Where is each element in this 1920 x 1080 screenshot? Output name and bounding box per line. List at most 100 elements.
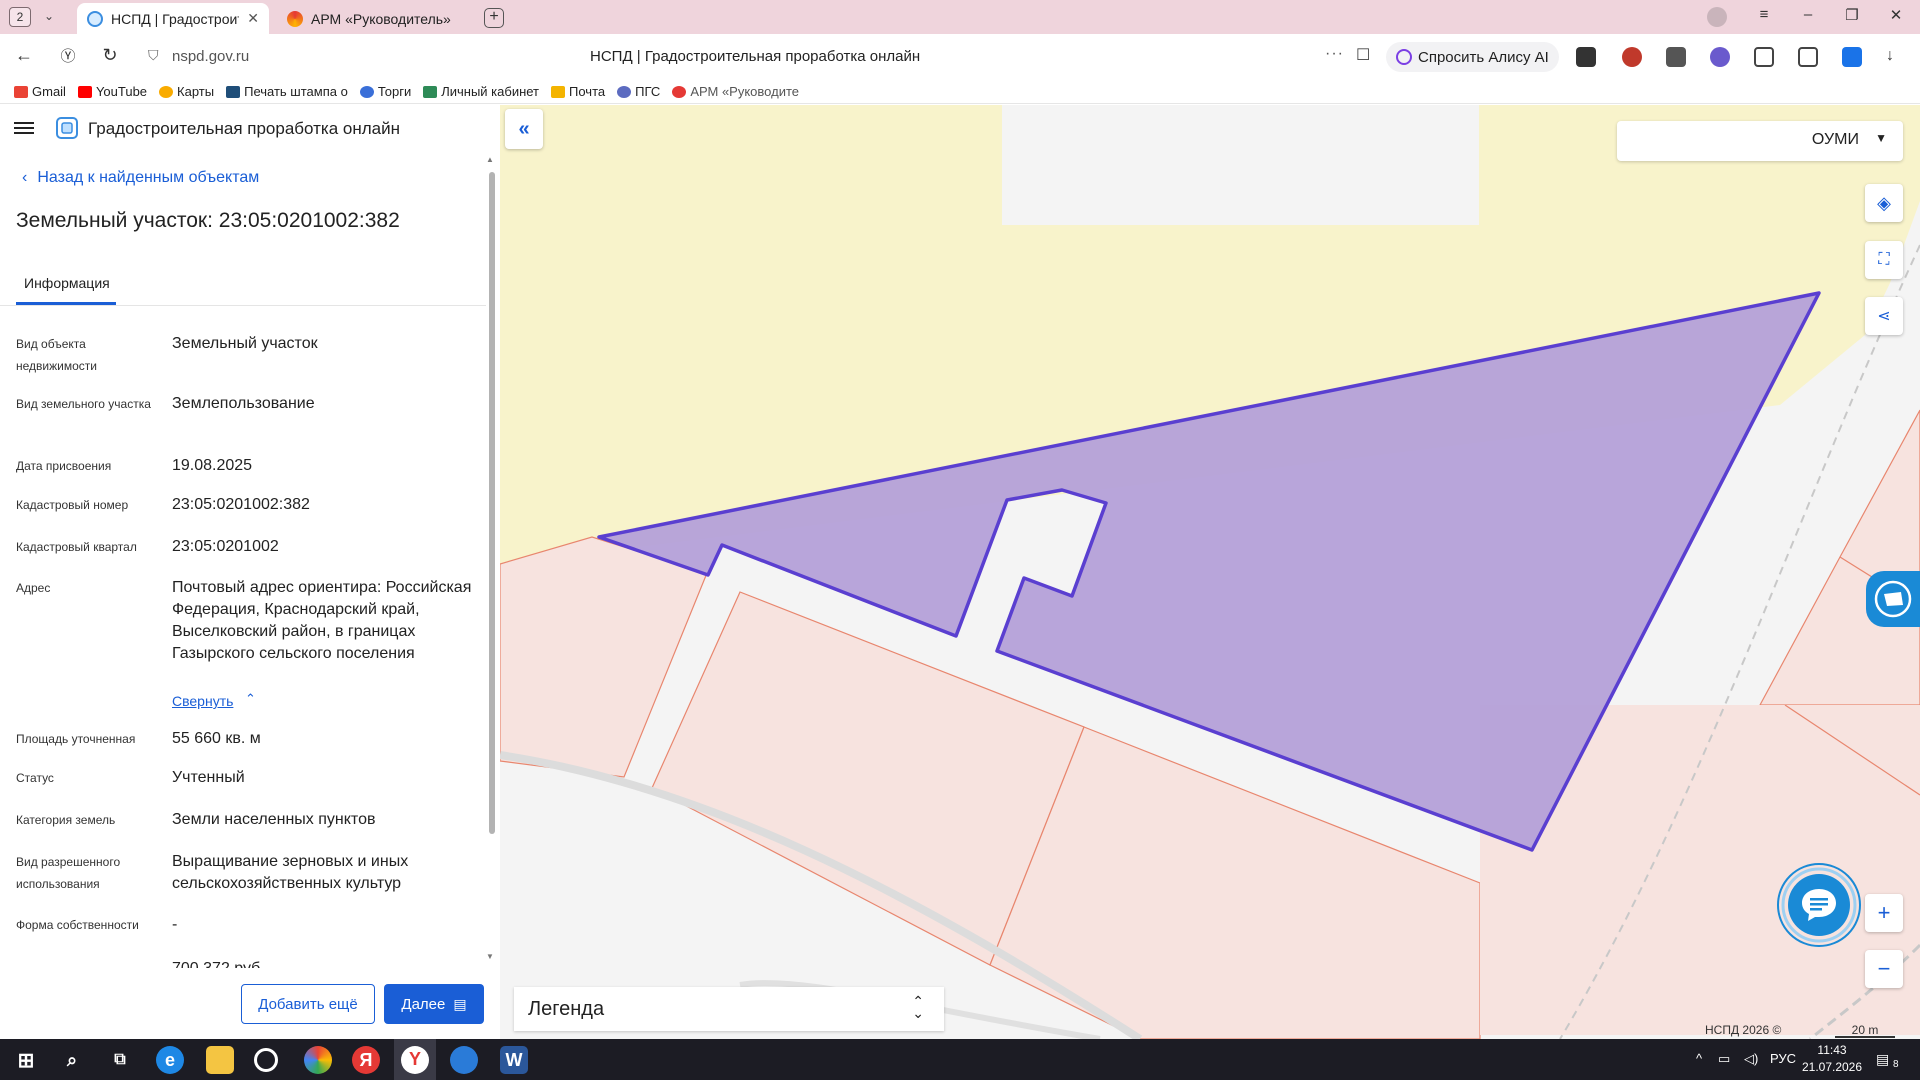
clock-date: 21.07.2026 — [1801, 1060, 1863, 1074]
back-to-results-link[interactable]: ‹ Назад к найденным объектам — [22, 169, 259, 187]
mail-client-icon[interactable] — [450, 1046, 478, 1074]
address-bar[interactable]: ⛉ nspd.gov.ru НСПД | Градостроительная п… — [140, 39, 1380, 75]
scrollbar-thumb[interactable] — [489, 172, 495, 834]
puzzle-icon[interactable] — [1754, 47, 1774, 67]
alice-label: Спросить Алису AI — [1418, 48, 1549, 66]
profile-avatar[interactable] — [1707, 7, 1727, 27]
site-info-icon[interactable]: ⛉ — [148, 47, 159, 64]
extension-icon[interactable] — [1666, 47, 1686, 67]
collapse-link[interactable]: Свернуть — [172, 693, 233, 709]
scroll-up-icon[interactable]: ▲ — [486, 155, 494, 164]
yandex-browser-taskbar[interactable]: Y — [394, 1039, 436, 1080]
document-icon: ▤ — [453, 995, 467, 1012]
clock[interactable]: 11:43 21.07.2026 — [1800, 1042, 1864, 1076]
bookmark-pgs[interactable]: ПГС — [617, 84, 660, 99]
scale-bar: 20 m — [1835, 1023, 1895, 1038]
yandex-icon[interactable]: Ⓨ — [56, 45, 80, 66]
tab-nspd[interactable]: НСПД | Градостроител ✕ — [77, 3, 269, 34]
app-icon[interactable] — [254, 1048, 278, 1072]
layer-select[interactable]: ОУМИ ▼ — [1617, 121, 1903, 161]
close-tab-icon[interactable]: ✕ — [247, 10, 259, 27]
tabs-dropdown-icon[interactable]: ⌄ — [44, 9, 54, 23]
bookmark-icon[interactable]: ☐ — [1356, 45, 1370, 65]
yandex-browser-icon: Y — [401, 1045, 429, 1074]
minimize-button[interactable]: – — [1796, 6, 1820, 23]
back-arrow-icon[interactable]: ← — [12, 45, 36, 66]
back-link-label: Назад к найденным объектам — [37, 169, 260, 186]
extension-icon[interactable] — [1710, 47, 1730, 67]
bookmark-stamp[interactable]: Печать штампа о — [226, 84, 348, 99]
notifications-count: 8 — [1893, 1059, 1899, 1070]
navigation-bar: ← Ⓨ ↻ ⛉ nspd.gov.ru НСПД | Градостроител… — [0, 34, 1920, 80]
notifications-icon[interactable]: ▤ — [1876, 1051, 1889, 1068]
tab-strip: 2 ⌄ НСПД | Градостроител ✕ АРМ «Руководи… — [0, 0, 1920, 34]
field-label: Площадь уточненная — [16, 732, 136, 746]
field-label: Статус — [16, 771, 54, 785]
menu-icon[interactable] — [14, 119, 34, 137]
reload-icon[interactable]: ↻ — [98, 45, 122, 66]
new-tab-button[interactable]: + — [484, 8, 504, 28]
app-title: Градостроительная проработка онлайн — [88, 119, 400, 138]
field-label: Адрес — [16, 581, 51, 595]
collections-icon[interactable] — [1798, 47, 1818, 67]
volume-icon[interactable]: ◁) — [1744, 1051, 1758, 1067]
browser-menu-icon[interactable]: ≡ — [1752, 6, 1776, 23]
field-value: - — [172, 916, 178, 933]
arm-favicon — [287, 10, 303, 27]
add-more-button[interactable]: Добавить ещё — [241, 984, 375, 1024]
tab-arm[interactable]: АРМ «Руководитель» — [277, 3, 473, 34]
next-button[interactable]: Далее ▤ — [384, 984, 484, 1024]
legend-panel[interactable]: Легенда ⌃ ⌄ — [514, 987, 944, 1031]
tab-count-button[interactable]: 2 — [9, 7, 31, 27]
clock-time: 11:43 — [1817, 1043, 1847, 1057]
extension-icon[interactable] — [1576, 47, 1596, 67]
nspd-favicon — [87, 10, 103, 27]
windows-taskbar: ⊞ ⌕ ⧉ e Я Y W ^ ▭ ◁) РУС 11:43 21.07.202… — [0, 1039, 1920, 1080]
restore-button[interactable]: ❐ — [1840, 6, 1864, 24]
bookmark-gmail[interactable]: Gmail — [14, 84, 66, 99]
file-explorer-icon[interactable] — [206, 1046, 234, 1074]
internet-explorer-icon[interactable]: e — [156, 1046, 184, 1074]
bookmark-youtube[interactable]: YouTube — [77, 84, 147, 99]
yandex-icon[interactable]: Я — [352, 1046, 380, 1074]
bookmark-cabinet[interactable]: Личный кабинет — [423, 84, 539, 99]
field-label: Вид разрешенного использования — [16, 855, 121, 891]
more-icon[interactable]: ··· — [1325, 45, 1344, 63]
share-icon[interactable]: ⋖ — [1865, 297, 1903, 335]
tab-information[interactable]: Информация — [24, 275, 110, 291]
alice-button[interactable]: Спросить Алису AI — [1386, 42, 1559, 72]
map-canvas[interactable] — [500, 105, 1920, 1039]
layers-icon[interactable]: ◈ — [1865, 184, 1903, 222]
field-value: 55 660 кв. м — [172, 730, 261, 747]
zone-empty — [1002, 105, 1479, 225]
bookmarks-bar: Gmail YouTube Карты Печать штампа о Торг… — [0, 80, 1920, 104]
extension-icon[interactable] — [1842, 47, 1862, 67]
tray-chevron-icon[interactable]: ^ — [1696, 1051, 1702, 1066]
bookmark-arm[interactable]: АРМ «Руководите — [672, 84, 799, 99]
chrome-icon[interactable] — [304, 1046, 332, 1074]
collapse-panel-button[interactable]: « — [505, 109, 543, 149]
close-window-button[interactable]: ✕ — [1884, 6, 1908, 24]
search-icon[interactable]: ⌕ — [58, 1046, 86, 1074]
task-view-icon[interactable]: ⧉ — [106, 1046, 134, 1074]
chevron-up-icon[interactable]: ⌃ — [245, 691, 256, 707]
extension-icon[interactable] — [1622, 47, 1642, 67]
windows-start-icon[interactable]: ⊞ — [12, 1046, 40, 1074]
app-logo-icon — [56, 117, 78, 139]
feedback-chat-button[interactable] — [1866, 571, 1920, 627]
assistant-chat-button[interactable] — [1776, 862, 1862, 948]
network-icon[interactable]: ▭ — [1718, 1051, 1730, 1067]
layer-select-value: ОУМИ — [1811, 131, 1859, 148]
bookmark-mail[interactable]: Почта — [551, 84, 605, 99]
gmail-icon — [14, 85, 28, 98]
divider — [0, 305, 486, 306]
language-indicator[interactable]: РУС — [1770, 1051, 1796, 1066]
select-area-icon[interactable]: ⛶ — [1865, 241, 1903, 279]
zoom-in-button[interactable]: + — [1865, 894, 1903, 932]
scroll-down-icon[interactable]: ▼ — [486, 952, 494, 961]
downloads-icon[interactable]: ↓ — [1886, 47, 1906, 67]
bookmark-maps[interactable]: Карты — [159, 84, 214, 99]
word-icon[interactable]: W — [500, 1046, 528, 1074]
bookmark-torgi[interactable]: Торги — [359, 84, 411, 99]
zoom-out-button[interactable]: − — [1865, 950, 1903, 988]
